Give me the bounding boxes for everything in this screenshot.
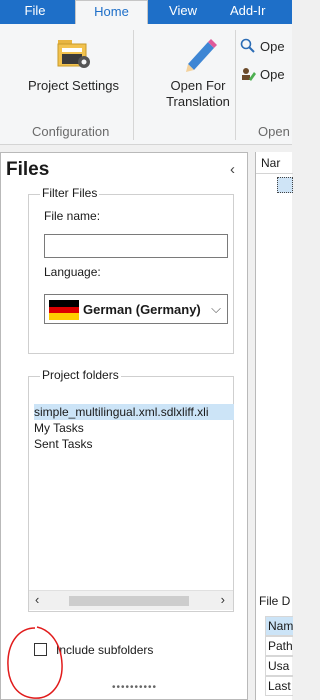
project-folder-list: simple_multilingual.xml.sdlxliff.xli My … <box>34 404 234 452</box>
detail-row[interactable]: Path <box>265 636 293 656</box>
collapse-pane-icon[interactable]: ‹ <box>230 161 235 178</box>
pencil-icon <box>186 39 217 72</box>
group-label-open: Open <box>258 124 290 139</box>
scroll-thumb[interactable] <box>69 596 189 606</box>
horizontal-scrollbar[interactable]: ‹ › <box>29 590 233 610</box>
project-settings-label: Project Settings <box>27 78 120 93</box>
user-edit-icon <box>242 68 256 81</box>
open-small-label-1: Ope <box>260 39 285 54</box>
chevron-down-icon: ⌵ <box>211 301 221 316</box>
search-icon <box>240 38 255 53</box>
scroll-right-icon[interactable]: › <box>221 592 225 607</box>
language-label: Language: <box>44 265 101 279</box>
open-for-translation-label: Open For Translation <box>166 78 230 109</box>
scroll-left-icon[interactable]: ‹ <box>35 592 39 607</box>
include-subfolders-label: Include subfolders <box>56 643 154 657</box>
folder-item[interactable]: My Tasks <box>34 420 234 436</box>
tab-add-ins[interactable]: Add-Ir <box>220 0 300 24</box>
german-flag-icon <box>49 300 79 320</box>
group-label-configuration: Configuration <box>32 124 110 139</box>
open-small-button-1[interactable]: Ope <box>240 38 285 54</box>
folder-item[interactable]: simple_multilingual.xml.sdlxliff.xli <box>34 404 234 420</box>
project-folders-legend: Project folders <box>40 368 121 382</box>
selected-cell[interactable] <box>277 177 293 193</box>
splitter-grip[interactable]: •••••••••• <box>112 683 157 693</box>
open-small-button-2[interactable]: Ope <box>240 66 285 82</box>
open-small-label-2: Ope <box>260 67 285 82</box>
tab-file[interactable]: File <box>0 0 70 24</box>
language-select[interactable]: German (Germany) ⌵ <box>44 294 228 324</box>
file-name-label: File name: <box>44 209 101 223</box>
ribbon-group-separator <box>235 30 236 140</box>
tab-view[interactable]: View <box>152 0 214 24</box>
project-settings-button[interactable]: Project Settings <box>26 36 121 94</box>
file-details-pane: File D Nam Path Usa Last <box>255 592 293 700</box>
ribbon-group-separator <box>133 30 134 140</box>
column-header-name[interactable]: Nar <box>256 152 293 174</box>
files-pane-title: Files <box>6 159 50 180</box>
language-selected-value: German (Germany) <box>83 302 201 317</box>
detail-row[interactable]: Nam <box>265 616 293 636</box>
filter-files-legend: Filter Files <box>40 186 100 200</box>
folder-settings-icon <box>57 40 90 68</box>
annotation-circle <box>7 626 63 699</box>
ribbon-tab-bar: File Home View Add-Ir <box>0 0 292 25</box>
file-details-title: File D <box>259 594 291 608</box>
detail-row[interactable]: Usa <box>265 656 293 676</box>
open-for-translation-button[interactable]: Open For Translation <box>148 36 248 110</box>
ribbon: Project Settings Open For Translation Op… <box>0 24 292 145</box>
tab-home[interactable]: Home <box>75 0 148 25</box>
folder-item[interactable]: Sent Tasks <box>34 436 234 452</box>
detail-row[interactable]: Last <box>265 676 293 696</box>
file-name-input[interactable] <box>44 234 228 258</box>
